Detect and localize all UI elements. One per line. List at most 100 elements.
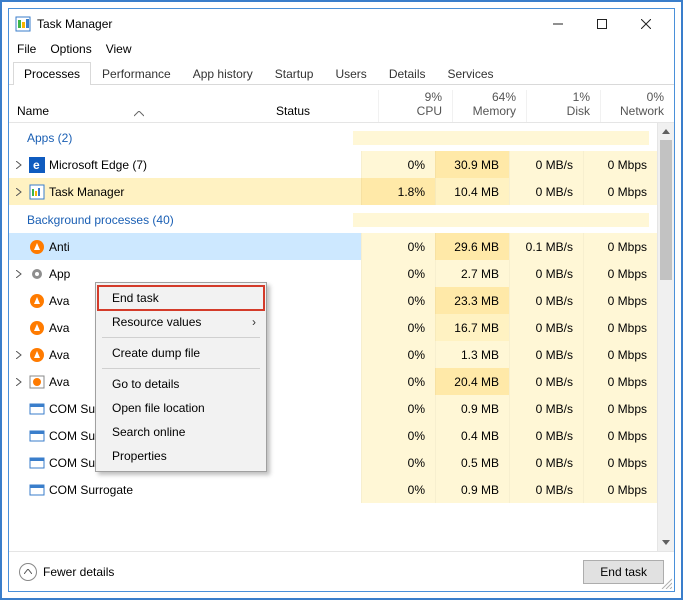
process-row[interactable]: COM Surrogate0%0.9 MB0 MB/s0 Mbps: [9, 476, 657, 503]
network-cell: 0 Mbps: [583, 368, 657, 395]
network-cell: 0 Mbps: [583, 395, 657, 422]
window-title: Task Manager: [37, 17, 112, 31]
svg-text:e: e: [33, 158, 40, 172]
memory-cell: 0.5 MB: [435, 449, 509, 476]
menu-file[interactable]: File: [17, 42, 36, 56]
context-menu-item[interactable]: End task: [98, 286, 264, 310]
cpu-cell: 1.8%: [361, 178, 435, 205]
avast-icon: [29, 347, 45, 363]
col-cpu[interactable]: 9%CPU: [378, 90, 452, 122]
cpu-cell: 0%: [361, 260, 435, 287]
context-menu-item[interactable]: Create dump file: [98, 341, 264, 365]
process-name: Ava: [49, 375, 69, 389]
memory-cell: 10.4 MB: [435, 178, 509, 205]
network-cell: 0 Mbps: [583, 341, 657, 368]
disk-cell: 0.1 MB/s: [509, 233, 583, 260]
memory-cell: 30.9 MB: [435, 151, 509, 178]
avast-icon: [29, 320, 45, 336]
cpu-cell: 0%: [361, 314, 435, 341]
col-disk[interactable]: 1%Disk: [526, 90, 600, 122]
disk-cell: 0 MB/s: [509, 287, 583, 314]
scroll-down-icon[interactable]: [658, 534, 674, 551]
scroll-up-icon[interactable]: [658, 123, 674, 140]
minimize-button[interactable]: [536, 10, 580, 38]
memory-cell: 2.7 MB: [435, 260, 509, 287]
network-cell: 0 Mbps: [583, 287, 657, 314]
chevron-right-icon[interactable]: [13, 188, 25, 196]
network-cell: 0 Mbps: [583, 449, 657, 476]
tab-processes[interactable]: Processes: [13, 62, 91, 85]
tab-users[interactable]: Users: [324, 62, 377, 85]
close-button[interactable]: [624, 10, 668, 38]
process-name: Ava: [49, 294, 69, 308]
fewer-details-label: Fewer details: [43, 565, 114, 579]
process-name: COM Surrogate: [49, 483, 133, 497]
fewer-details-button[interactable]: Fewer details: [19, 563, 114, 581]
tab-performance[interactable]: Performance: [91, 62, 182, 85]
process-row[interactable]: Anti0%29.6 MB0.1 MB/s0 Mbps: [9, 233, 657, 260]
cpu-cell: 0%: [361, 422, 435, 449]
context-menu: End taskResource values Create dump file G…: [95, 282, 267, 472]
vertical-scrollbar[interactable]: [657, 123, 674, 551]
chevron-right-icon[interactable]: [13, 351, 25, 359]
end-task-button[interactable]: End task: [583, 560, 664, 584]
context-menu-item[interactable]: Open file location: [98, 396, 264, 420]
process-name: Ava: [49, 321, 69, 335]
network-cell: 0 Mbps: [583, 260, 657, 287]
disk-cell: 0 MB/s: [509, 178, 583, 205]
cpu-cell: 0%: [361, 449, 435, 476]
col-name-label: Name: [17, 104, 49, 118]
process-row[interactable]: eMicrosoft Edge (7)0%30.9 MB0 MB/s0 Mbps: [9, 151, 657, 178]
tabstrip: Processes Performance App history Startu…: [9, 61, 674, 85]
memory-cell: 16.7 MB: [435, 314, 509, 341]
column-headers: Name Status 9%CPU 64%Memory 1%Disk 0%Net…: [9, 85, 674, 123]
context-menu-item[interactable]: Properties: [98, 444, 264, 468]
memory-cell: 23.3 MB: [435, 287, 509, 314]
tab-details[interactable]: Details: [378, 62, 437, 85]
chevron-right-icon[interactable]: [13, 161, 25, 169]
memory-cell: 20.4 MB: [435, 368, 509, 395]
memory-cell: 29.6 MB: [435, 233, 509, 260]
cpu-cell: 0%: [361, 476, 435, 503]
network-cell: 0 Mbps: [583, 178, 657, 205]
network-cell: 0 Mbps: [583, 314, 657, 341]
chevron-up-icon: [134, 106, 144, 120]
context-menu-item[interactable]: Search online: [98, 420, 264, 444]
col-network[interactable]: 0%Network: [600, 90, 674, 122]
maximize-button[interactable]: [580, 10, 624, 38]
col-memory[interactable]: 64%Memory: [452, 90, 526, 122]
disk-cell: 0 MB/s: [509, 476, 583, 503]
menu-view[interactable]: View: [106, 42, 132, 56]
process-name: Task Manager: [49, 185, 124, 199]
menu-options[interactable]: Options: [50, 42, 91, 56]
tab-app-history[interactable]: App history: [182, 62, 264, 85]
titlebar[interactable]: Task Manager: [9, 9, 674, 39]
tab-startup[interactable]: Startup: [264, 62, 325, 85]
tab-services[interactable]: Services: [437, 62, 505, 85]
network-cell: 0 Mbps: [583, 476, 657, 503]
col-status[interactable]: Status: [268, 104, 378, 122]
taskmgr-icon: [29, 184, 45, 200]
process-row[interactable]: Task Manager 1.8%10.4 MB0 MB/s0 Mbps: [9, 178, 657, 205]
col-name[interactable]: Name: [9, 104, 268, 122]
group-header: Background processes (40): [9, 205, 657, 233]
cpu-cell: 0%: [361, 287, 435, 314]
context-menu-item[interactable]: Resource values: [98, 310, 264, 334]
edge-icon: e: [29, 157, 45, 173]
chevron-right-icon[interactable]: [13, 378, 25, 386]
scroll-thumb[interactable]: [660, 140, 672, 280]
avast-icon: [29, 239, 45, 255]
chevron-right-icon[interactable]: [13, 270, 25, 278]
group-title: Background processes (40): [27, 213, 353, 227]
resize-grip[interactable]: [660, 577, 672, 589]
disk-cell: 0 MB/s: [509, 368, 583, 395]
cpu-cell: 0%: [361, 151, 435, 178]
memory-cell: 0.4 MB: [435, 422, 509, 449]
context-menu-item[interactable]: Go to details: [98, 372, 264, 396]
disk-cell: 0 MB/s: [509, 314, 583, 341]
avast-icon: [29, 293, 45, 309]
disk-cell: 0 MB/s: [509, 341, 583, 368]
gear-icon: [29, 266, 45, 282]
process-name: App: [49, 267, 70, 281]
cpu-cell: 0%: [361, 395, 435, 422]
